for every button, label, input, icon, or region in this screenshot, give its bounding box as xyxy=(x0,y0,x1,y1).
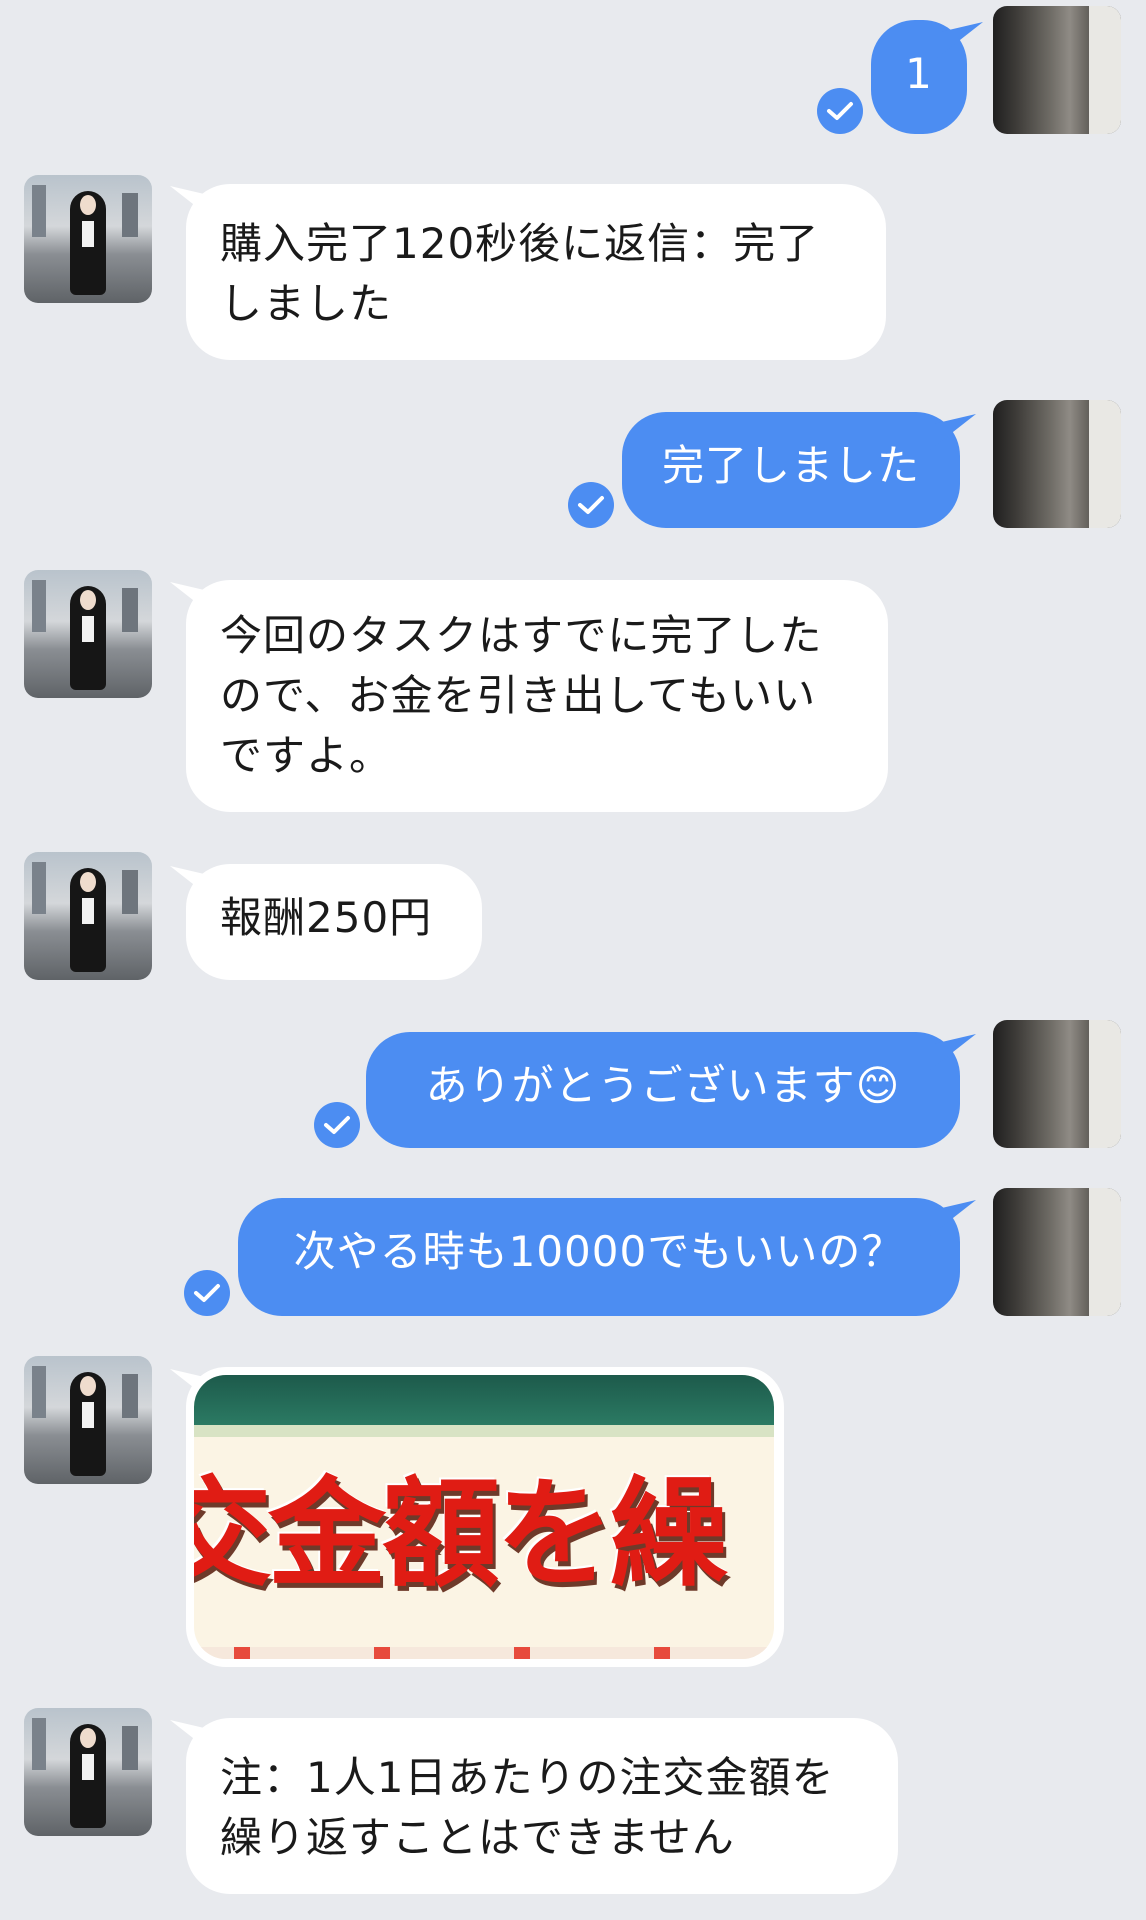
message-bubble-incoming[interactable]: 購入完了120秒後に返信：完了しました xyxy=(186,184,886,360)
message-bubble-outgoing[interactable]: 次やる時も10000でもいいの？ xyxy=(238,1198,960,1316)
message-bubble-incoming[interactable]: 報酬250円 xyxy=(186,864,482,980)
contact-avatar[interactable] xyxy=(24,175,152,303)
read-check-icon xyxy=(568,482,614,528)
read-check-icon xyxy=(314,1102,360,1148)
read-check-icon xyxy=(184,1270,230,1316)
message-bubble-outgoing[interactable]: ありがとうございます😊 xyxy=(366,1032,960,1148)
message-bubble-incoming[interactable]: 今回のタスクはすでに完了したので、お金を引き出してもいいですよ。 xyxy=(186,580,888,812)
my-avatar[interactable] xyxy=(993,1188,1121,1316)
message-bubble-incoming[interactable]: 注：1人1日あたりの注交金額を繰り返すことはできません xyxy=(186,1718,898,1894)
my-avatar[interactable] xyxy=(993,400,1121,528)
contact-avatar[interactable] xyxy=(24,1708,152,1836)
contact-avatar[interactable] xyxy=(24,1356,152,1484)
image-caption-text: 交金額を繰 xyxy=(194,1465,728,1603)
my-avatar[interactable] xyxy=(993,6,1121,134)
message-bubble-outgoing[interactable]: 1 xyxy=(871,20,967,134)
attached-image[interactable]: 交金額を繰 xyxy=(194,1375,774,1659)
image-message[interactable]: 交金額を繰 xyxy=(186,1367,784,1667)
read-check-icon xyxy=(817,88,863,134)
contact-avatar[interactable] xyxy=(24,570,152,698)
my-avatar[interactable] xyxy=(993,1020,1121,1148)
message-bubble-outgoing[interactable]: 完了しました xyxy=(622,412,960,528)
chat-thread: 1 購入完了120秒後に返信：完了しました 完了しました 今回のタスクはすでに完… xyxy=(0,0,1146,1920)
contact-avatar[interactable] xyxy=(24,852,152,980)
